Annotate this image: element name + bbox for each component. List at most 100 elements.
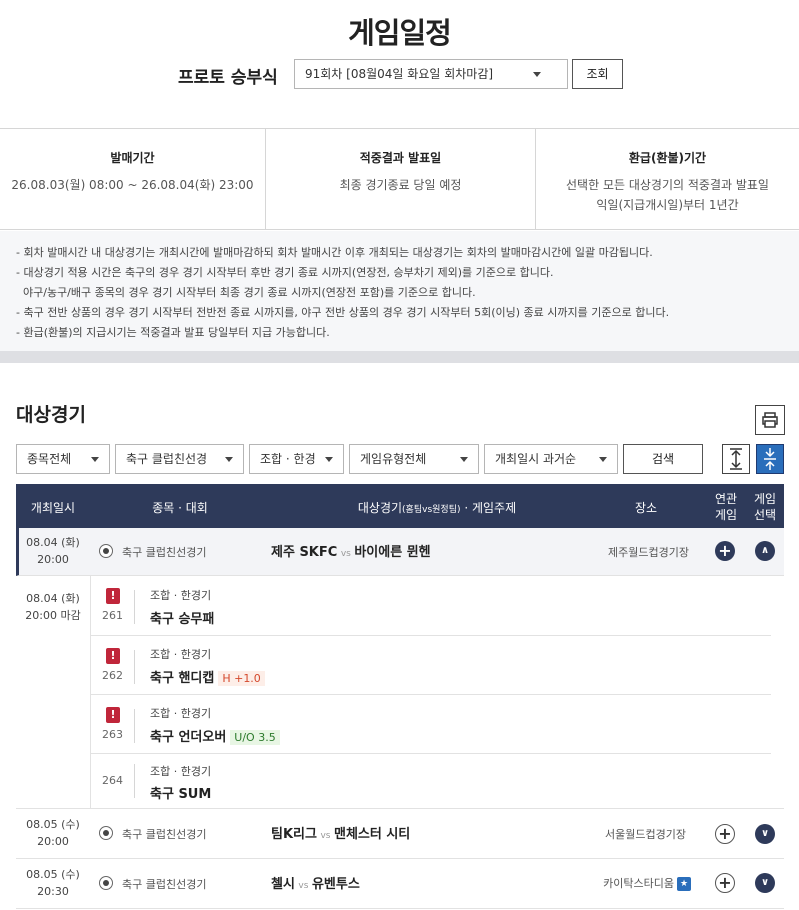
soccer-ball-icon (99, 876, 113, 890)
away-team: 맨체스터 시티 (333, 827, 411, 842)
collapse-all-button[interactable] (756, 444, 784, 474)
note-line: - 환급(환불)의 지급시기는 적중결과 발표 당일부터 지급 가능합니다. (16, 326, 330, 339)
warning-icon: ! (106, 588, 120, 604)
vs-label: vs (320, 831, 331, 841)
handicap-tag: H +1.0 (218, 671, 265, 686)
chevron-down-icon[interactable]: ∨ (755, 824, 775, 844)
match-teams: 제주 SKFC vs 바이에른 뮌헨 (271, 541, 571, 560)
related-games-button[interactable]: + (715, 541, 735, 561)
chevron-down-icon (460, 457, 468, 462)
game-number: 262 (102, 669, 123, 682)
table-header: 개최일시 종목 · 대회 대상경기(홈팀vs원정팀) · 게임주제 장소 연관 게… (16, 484, 784, 528)
col-select-line: 게임 (753, 492, 777, 506)
search-button[interactable]: 검색 (623, 444, 703, 474)
section-title: 대상경기 (16, 404, 86, 426)
col-venue: 장소 (634, 501, 658, 515)
home-team: 팀K리그 (271, 827, 317, 842)
col-date: 개최일시 (30, 501, 76, 515)
match-datetime: 08.05 (수) 20:00 (16, 816, 90, 850)
notes: - 회차 발매시간 내 대상경기는 개최시간에 발매마감하되 회차 발매시간 이… (0, 231, 799, 351)
lookup-button[interactable]: 조회 (572, 59, 623, 89)
match-league: 축구 클럽친선경기 (122, 828, 207, 841)
info-value: 최종 경기종료 당일 예정 (339, 178, 462, 192)
chevron-down-icon (91, 457, 99, 462)
round-select[interactable]: 91회차 [08월04일 화요일 회차마감] (294, 59, 568, 89)
chevron-down-icon[interactable]: ∨ (755, 873, 775, 893)
page-title: 게임일정 (348, 16, 452, 50)
away-team: 유벤투스 (311, 877, 360, 892)
league-filter[interactable]: 축구 클럽친선경 (115, 444, 244, 474)
match-row[interactable]: 08.05 (수) 20:30 축구 클럽친선경기 첼시 vs 유벤투스 카이탁… (16, 859, 784, 909)
game-sport-label: 축구 언더오버 (150, 730, 227, 745)
game-type-filter-value: 게임유형전체 (360, 452, 427, 466)
chevron-down-icon (599, 457, 607, 462)
chevron-down-icon (225, 457, 233, 462)
match-teams: 팀K리그 vs 맨체스터 시티 (271, 823, 571, 842)
related-games-button[interactable]: + (715, 824, 735, 844)
expand-all-button[interactable] (722, 444, 750, 474)
col-select-line: 선택 (753, 508, 777, 522)
result-date: 적중결과 발표일 최종 경기종료 당일 예정 (266, 129, 535, 229)
match-time: 20:30 (37, 885, 69, 898)
round-select-value: 91회차 [08월04일 화요일 회차마감] (305, 67, 494, 81)
game-sport-label: 축구 승무패 (150, 612, 215, 627)
divider (134, 709, 135, 743)
note-line: - 축구 전반 상품의 경우 경기 시작부터 전반전 종료 시까지를, 야구 전… (16, 306, 670, 319)
sport-filter[interactable]: 종목전체 (16, 444, 110, 474)
sub-datetime: 08.04 (화) 20:00 마감 (16, 590, 90, 624)
match-date: 08.05 (수) (26, 818, 80, 831)
expand-icon (730, 448, 742, 470)
proto-label: 프로토 승부식 (178, 68, 278, 88)
match-league: 축구 클럽친선경기 (122, 878, 207, 891)
print-button[interactable] (755, 405, 785, 435)
game-sport: 축구 언더오버 U/O 3.5 (150, 726, 280, 745)
col-match: 대상경기(홈팀vs원정팀) · 게임주제 (312, 499, 562, 516)
match-venue: 서울월드컵경기장 (605, 828, 686, 841)
sub-game-row[interactable]: 264 조합 · 한경기 축구 SUM (90, 754, 771, 809)
note-line: 야구/농구/배구 종목의 경우 경기 시작부터 최종 경기 종료 시까지(연장전… (16, 286, 476, 299)
sport-filter-value: 종목전체 (27, 452, 72, 466)
combo-filter[interactable]: 조합 · 한경 (249, 444, 344, 474)
col-match-small: (홈팀vs원정팀) (402, 505, 461, 515)
divider (134, 764, 135, 798)
sub-game-row[interactable]: ! 262 조합 · 한경기 축구 핸디캡 H +1.0 (90, 636, 771, 695)
info-heading: 환급(환불)기간 (628, 151, 707, 165)
chevron-down-icon (325, 457, 333, 462)
game-sport: 축구 승무패 (150, 608, 214, 627)
sort-filter[interactable]: 개최일시 과거순 (484, 444, 618, 474)
chevron-up-icon[interactable]: ∧ (755, 541, 775, 561)
vs-label: vs (340, 549, 351, 559)
col-related-line: 게임 (714, 508, 738, 522)
info-value: 선택한 모든 대상경기의 적중결과 발표일 익일(지급개시일)부터 1년간 (536, 175, 799, 215)
col-league: 종목 · 대회 (152, 501, 208, 515)
match-row[interactable]: 08.04 (화) 20:00 축구 클럽친선경기 제주 SKFC vs 바이에… (16, 528, 784, 576)
game-sport: 축구 핸디캡 H +1.0 (150, 667, 265, 686)
sub-game-row[interactable]: ! 263 조합 · 한경기 축구 언더오버 U/O 3.5 (90, 695, 771, 754)
info-value: 26.08.03(월) 08:00 ~ 26.08.04(화) 23:00 (11, 178, 254, 192)
refund-period: 환급(환불)기간 선택한 모든 대상경기의 적중결과 발표일 익일(지급개시일)… (536, 129, 799, 229)
note-line: - 회차 발매시간 내 대상경기는 개최시간에 발매마감하되 회차 발매시간 이… (16, 246, 653, 259)
match-row[interactable]: 08.05 (수) 20:00 축구 클럽친선경기 팀K리그 vs 맨체스터 시… (16, 809, 784, 859)
game-sport-label: 축구 SUM (150, 787, 212, 802)
col-select: 게임선택 (746, 491, 784, 523)
venue-name: 카이탁스타디움 (603, 877, 674, 890)
game-sport-label: 축구 핸디캡 (150, 671, 215, 686)
game-number: 261 (102, 609, 123, 622)
away-team: 바이에른 뮌헨 (354, 545, 431, 560)
warning-icon: ! (106, 707, 120, 723)
info-value-line: 익일(지급개시일)부터 1년간 (596, 198, 739, 212)
game-kind: 조합 · 한경기 (150, 707, 212, 720)
col-related: 연관 게임 (706, 491, 746, 523)
sale-period: 발매기간 26.08.03(월) 08:00 ~ 26.08.04(화) 23:… (0, 129, 265, 229)
vs-label: vs (298, 881, 309, 891)
match-date: 08.05 (수) (26, 868, 80, 881)
match-time: 20:00 (37, 553, 69, 566)
info-band: 발매기간 26.08.03(월) 08:00 ~ 26.08.04(화) 23:… (0, 128, 799, 230)
sub-time: 20:00 마감 (25, 609, 81, 622)
soccer-ball-icon (99, 544, 113, 558)
sub-game-row[interactable]: ! 261 조합 · 한경기 축구 승무패 (90, 576, 771, 636)
game-type-filter[interactable]: 게임유형전체 (349, 444, 479, 474)
warning-icon: ! (106, 648, 120, 664)
divider (134, 590, 135, 624)
related-games-button[interactable]: + (715, 873, 735, 893)
